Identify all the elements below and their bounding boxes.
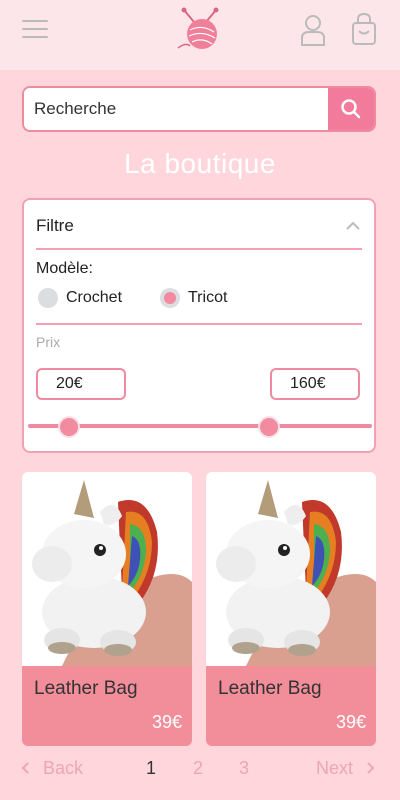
divider bbox=[36, 248, 362, 250]
filter-toggle[interactable]: Filtre bbox=[36, 214, 361, 246]
shopping-bag-icon[interactable] bbox=[350, 12, 378, 46]
page-title: La boutique bbox=[124, 148, 276, 179]
product-name: Leather Bag bbox=[218, 678, 322, 699]
price-slider-min-handle[interactable] bbox=[58, 416, 81, 438]
max-price-input[interactable] bbox=[270, 368, 360, 400]
pagination-back[interactable]: Back bbox=[20, 758, 83, 779]
product-price: 39€ bbox=[151, 712, 182, 732]
search-bar bbox=[22, 86, 376, 132]
product-price: 39€ bbox=[335, 712, 366, 732]
back-label: Back bbox=[43, 758, 84, 778]
page-2[interactable]: 2 bbox=[193, 758, 203, 779]
product-card[interactable]: Leather Bag 39€ bbox=[22, 472, 192, 746]
search-icon bbox=[341, 99, 361, 119]
chevron-right-icon bbox=[367, 762, 375, 774]
crochet-unicorn-photo bbox=[22, 472, 192, 666]
page-1[interactable]: 1 bbox=[146, 758, 156, 779]
top-bar bbox=[0, 0, 400, 70]
filter-panel: Filtre Modèle: Crochet Tricot Prix bbox=[22, 198, 376, 453]
crochet-unicorn-photo bbox=[206, 472, 376, 666]
next-label: Next bbox=[316, 758, 354, 778]
radio-tricot[interactable]: Tricot bbox=[160, 288, 260, 310]
radio-dot-tricot bbox=[160, 288, 180, 308]
radio-label-crochet: Crochet bbox=[66, 289, 123, 306]
chevron-up-icon bbox=[346, 221, 360, 230]
filter-title: Filtre bbox=[36, 216, 74, 235]
min-price-input[interactable] bbox=[36, 368, 126, 400]
search-input[interactable] bbox=[24, 88, 330, 130]
page-3[interactable]: 3 bbox=[239, 758, 249, 779]
pagination-next[interactable]: Next bbox=[316, 758, 376, 779]
price-slider-max-handle[interactable] bbox=[257, 416, 280, 438]
pagination: Back 1 2 3 Next bbox=[0, 756, 400, 784]
product-card[interactable]: Leather Bag 39€ bbox=[206, 472, 376, 746]
radio-label-tricot: Tricot bbox=[188, 289, 228, 306]
yarn-ball-logo[interactable] bbox=[174, 6, 226, 52]
model-label: Modèle: bbox=[36, 260, 93, 277]
hamburger-menu-icon[interactable] bbox=[22, 18, 48, 40]
chevron-left-icon bbox=[21, 762, 29, 774]
radio-crochet[interactable]: Crochet bbox=[38, 288, 148, 310]
radio-dot-crochet bbox=[38, 288, 58, 308]
user-icon[interactable] bbox=[299, 14, 327, 46]
search-button[interactable] bbox=[328, 88, 374, 130]
product-name: Leather Bag bbox=[34, 678, 138, 699]
divider bbox=[36, 323, 362, 325]
price-label: Prix bbox=[36, 334, 61, 350]
